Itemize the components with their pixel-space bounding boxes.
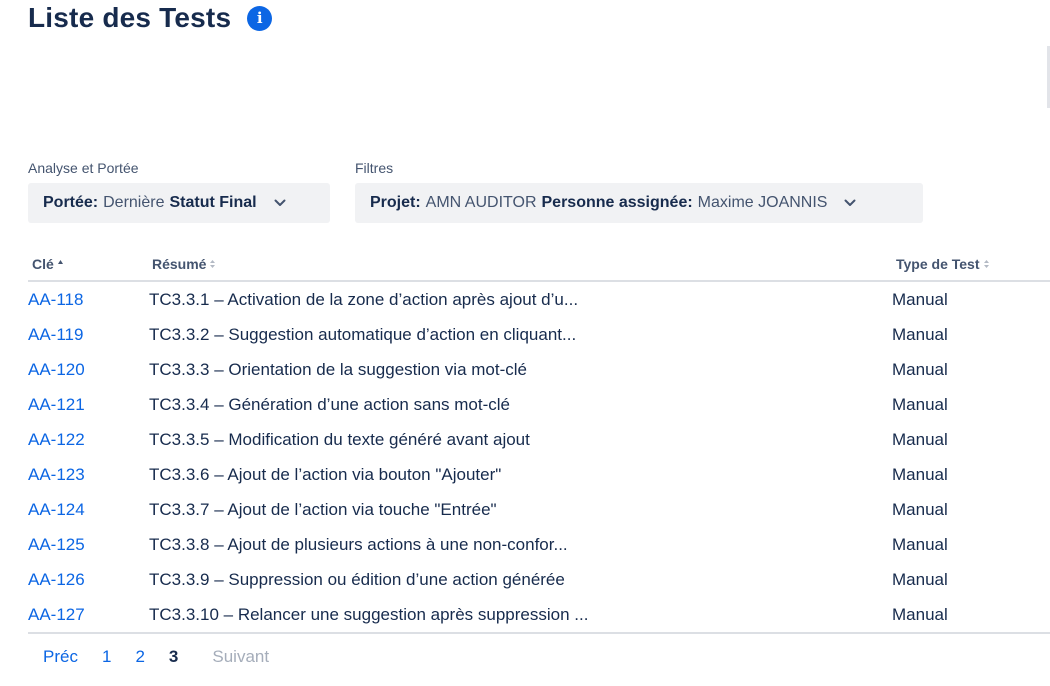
page-title: Liste des Tests: [28, 2, 232, 33]
filtres-group: Filtres Projet: AMN AUDITOR Personne ass…: [355, 160, 923, 223]
table-row: AA-126 TC3.3.9 – Suppression ou édition …: [28, 562, 1050, 597]
issue-key-link[interactable]: AA-119: [28, 325, 83, 345]
type-cell: Manual: [892, 325, 948, 344]
table-row: AA-119 TC3.3.2 – Suggestion automatique …: [28, 317, 1050, 352]
summary-cell: TC3.3.2 – Suggestion automatique d’actio…: [149, 325, 577, 344]
issue-key-link[interactable]: AA-123: [28, 465, 85, 485]
table-row: AA-121 TC3.3.4 – Génération d’une action…: [28, 387, 1050, 422]
info-icon[interactable]: i: [247, 5, 273, 31]
summary-cell: TC3.3.8 – Ajout de plusieurs actions à u…: [149, 535, 568, 554]
issue-key-link[interactable]: AA-122: [28, 430, 85, 450]
table-row: AA-122 TC3.3.5 – Modification du texte g…: [28, 422, 1050, 457]
analyse-portee-label: Analyse et Portée: [28, 160, 139, 176]
table-body: AA-118 TC3.3.1 – Activation de la zone d…: [28, 282, 1050, 632]
column-label-summary: Résumé: [152, 256, 207, 272]
assignee-key: Personne assignée:: [541, 194, 693, 211]
summary-cell: TC3.3.10 – Relancer une suggestion après…: [149, 605, 589, 624]
table-header: Clé Résumé Type de Test: [28, 252, 1050, 282]
page-header: Liste des Tests i: [28, 2, 273, 34]
portee-key: Portée:: [43, 194, 99, 211]
page-1-button[interactable]: 1: [102, 647, 111, 667]
issue-key-link[interactable]: AA-120: [28, 360, 85, 380]
assignee-value: Maxime JOANNIS: [697, 194, 828, 211]
table-row: AA-124 TC3.3.7 – Ajout de l’action via t…: [28, 492, 1050, 527]
filtres-label: Filtres: [355, 160, 394, 176]
column-header-key[interactable]: Clé: [32, 256, 64, 272]
sort-icon: [983, 259, 990, 269]
issue-key-link[interactable]: AA-118: [28, 290, 83, 310]
summary-cell: TC3.3.9 – Suppression ou édition d’une a…: [149, 570, 565, 589]
table-row: AA-125 TC3.3.8 – Ajout de plusieurs acti…: [28, 527, 1050, 562]
summary-cell: TC3.3.6 – Ajout de l’action via bouton "…: [149, 465, 502, 484]
summary-cell: TC3.3.1 – Activation de la zone d’action…: [149, 290, 579, 309]
portee-filter-button[interactable]: Portée: Dernière Statut Final: [28, 183, 330, 223]
summary-cell: TC3.3.4 – Génération d’une action sans m…: [149, 395, 510, 414]
summary-cell: TC3.3.7 – Ajout de l’action via touche "…: [149, 500, 497, 519]
projet-key: Projet:: [370, 194, 421, 211]
issue-key-link[interactable]: AA-126: [28, 570, 85, 590]
type-cell: Manual: [892, 395, 948, 414]
table-row: AA-123 TC3.3.6 – Ajout de l’action via b…: [28, 457, 1050, 492]
column-header-summary[interactable]: Résumé: [152, 256, 216, 272]
projet-filter-button[interactable]: Projet: AMN AUDITOR Personne assignée: M…: [355, 183, 923, 223]
summary-cell: TC3.3.5 – Modification du texte généré a…: [149, 430, 530, 449]
projet-value: AMN AUDITOR: [425, 194, 537, 211]
type-cell: Manual: [892, 535, 948, 554]
column-header-type[interactable]: Type de Test: [896, 256, 990, 272]
table-row: AA-118 TC3.3.1 – Activation de la zone d…: [28, 282, 1050, 317]
issue-key-link[interactable]: AA-125: [28, 535, 85, 555]
issue-key-link[interactable]: AA-121: [28, 395, 85, 415]
sort-icon: [209, 259, 216, 269]
sort-ascending-icon: [57, 259, 64, 269]
portee-value: Dernière: [103, 194, 165, 211]
type-cell: Manual: [892, 500, 948, 519]
type-cell: Manual: [892, 430, 948, 449]
table-footer-divider: [28, 632, 1050, 634]
table-row: AA-120 TC3.3.3 – Orientation de la sugge…: [28, 352, 1050, 387]
issue-key-link[interactable]: AA-124: [28, 500, 85, 520]
next-page-button: Suivant: [212, 647, 270, 666]
table-row: AA-127 TC3.3.10 – Relancer une suggestio…: [28, 597, 1050, 632]
prev-page-button[interactable]: Préc: [43, 647, 78, 667]
type-cell: Manual: [892, 605, 948, 624]
tests-table: Clé Résumé Type de Test AA-118 TC3.3.1 –…: [28, 252, 1050, 634]
chevron-down-icon: [843, 196, 857, 210]
chevron-down-icon: [273, 196, 287, 210]
statut-key: Statut Final: [169, 194, 257, 211]
analyse-portee-group: Analyse et Portée Portée: Dernière Statu…: [28, 160, 330, 223]
column-label-key: Clé: [32, 256, 54, 272]
summary-cell: TC3.3.3 – Orientation de la suggestion v…: [149, 360, 527, 379]
pagination: Préc 1 2 3 Suivant: [43, 647, 293, 667]
column-label-type: Type de Test: [896, 256, 980, 272]
type-cell: Manual: [892, 360, 948, 379]
page-2-button[interactable]: 2: [135, 647, 144, 667]
issue-key-link[interactable]: AA-127: [28, 605, 85, 625]
page-3-current: 3: [168, 647, 179, 666]
type-cell: Manual: [892, 465, 948, 484]
type-cell: Manual: [892, 290, 948, 309]
type-cell: Manual: [892, 570, 948, 589]
